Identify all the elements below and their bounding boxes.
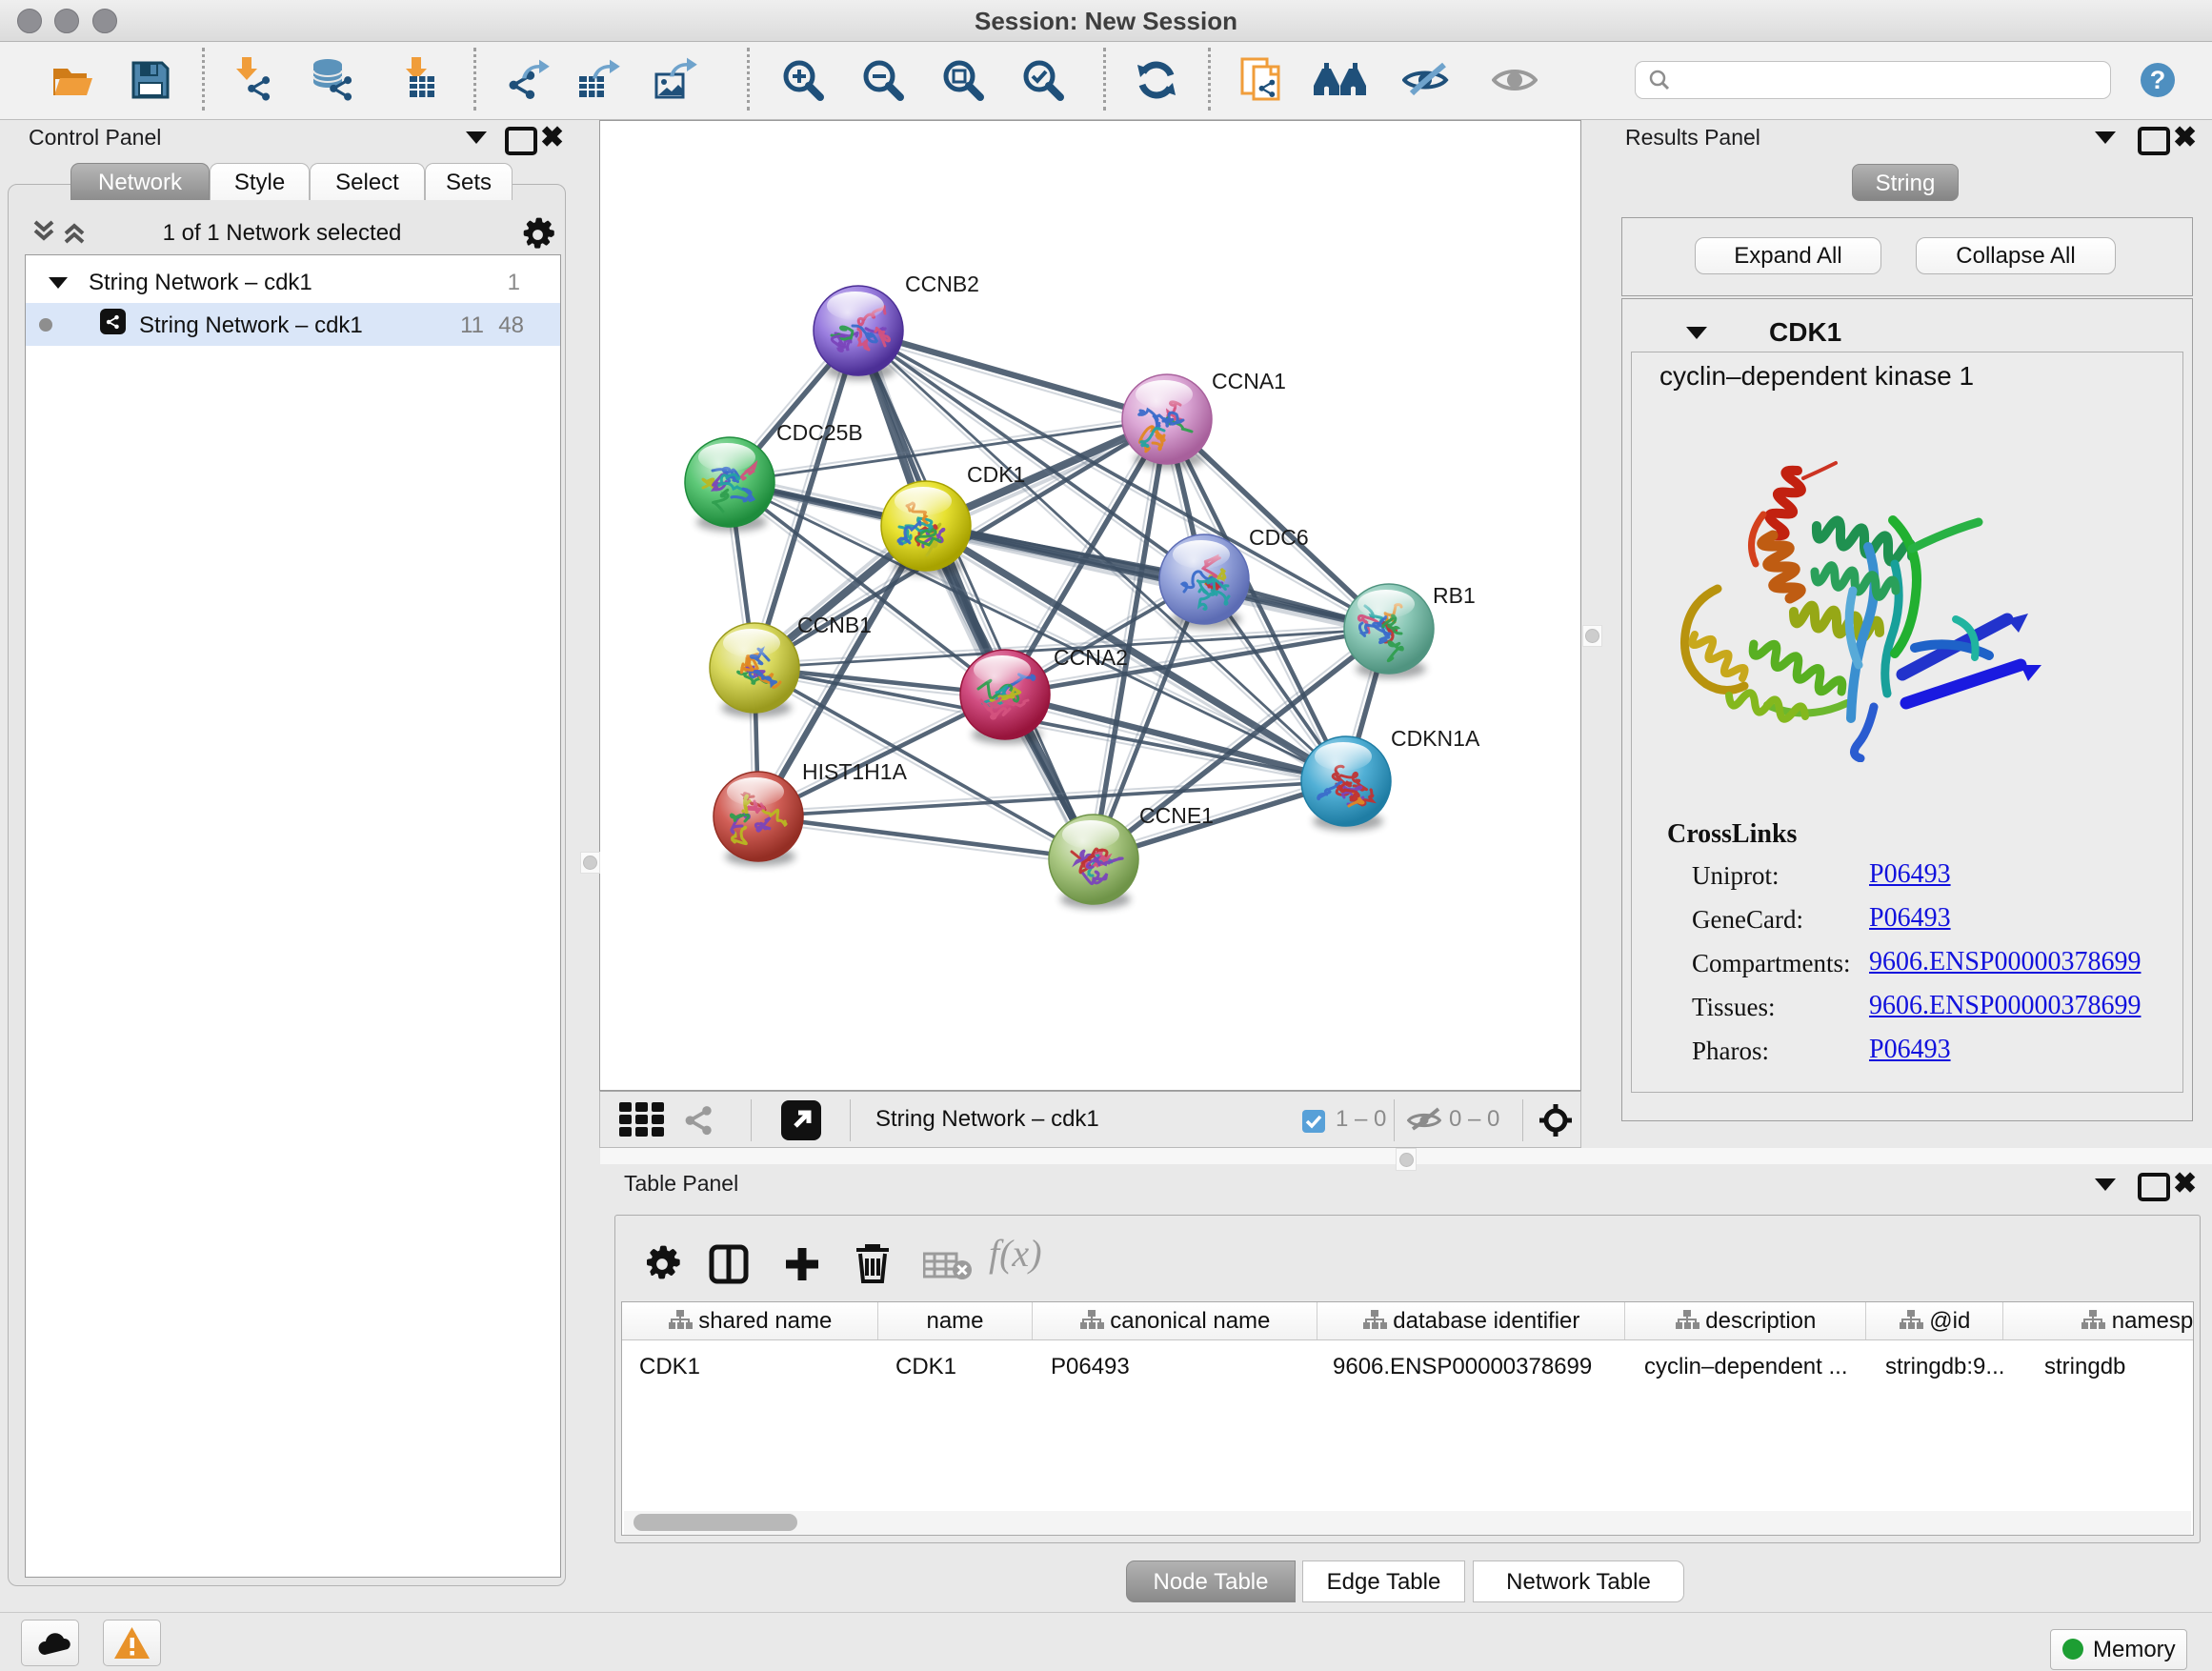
- svg-text:CDC6: CDC6: [1249, 525, 1309, 550]
- svg-text:CCNA2: CCNA2: [1054, 645, 1128, 670]
- svg-text:CCNB2: CCNB2: [905, 272, 979, 296]
- svg-text:CDC25B: CDC25B: [776, 420, 863, 445]
- svg-text:RB1: RB1: [1433, 583, 1476, 608]
- svg-text:?: ?: [2150, 66, 2166, 94]
- svg-text:CDKN1A: CDKN1A: [1391, 726, 1480, 751]
- svg-text:CCNB1: CCNB1: [797, 613, 872, 637]
- svg-text:CCNA1: CCNA1: [1212, 369, 1286, 393]
- svg-text:CCNE1: CCNE1: [1139, 803, 1214, 828]
- svg-text:HIST1H1A: HIST1H1A: [802, 759, 908, 784]
- svg-text:CDK1: CDK1: [967, 462, 1025, 487]
